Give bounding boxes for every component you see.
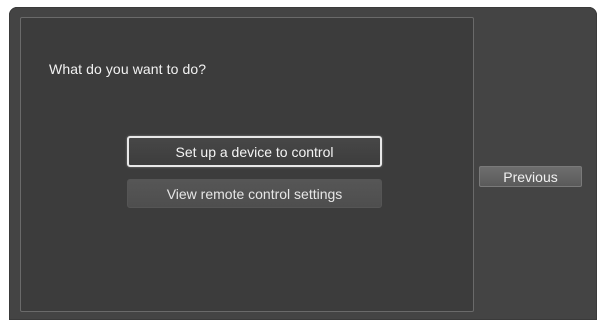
set-up-device-button[interactable]: Set up a device to control <box>127 136 382 167</box>
content-panel: What do you want to do? Set up a device … <box>20 17 474 312</box>
prompt-text: What do you want to do? <box>49 61 207 77</box>
previous-button[interactable]: Previous <box>479 166 582 187</box>
screen: What do you want to do? Set up a device … <box>0 0 601 320</box>
view-remote-settings-button[interactable]: View remote control settings <box>127 179 382 208</box>
remote-control-dialog: What do you want to do? Set up a device … <box>9 7 597 320</box>
